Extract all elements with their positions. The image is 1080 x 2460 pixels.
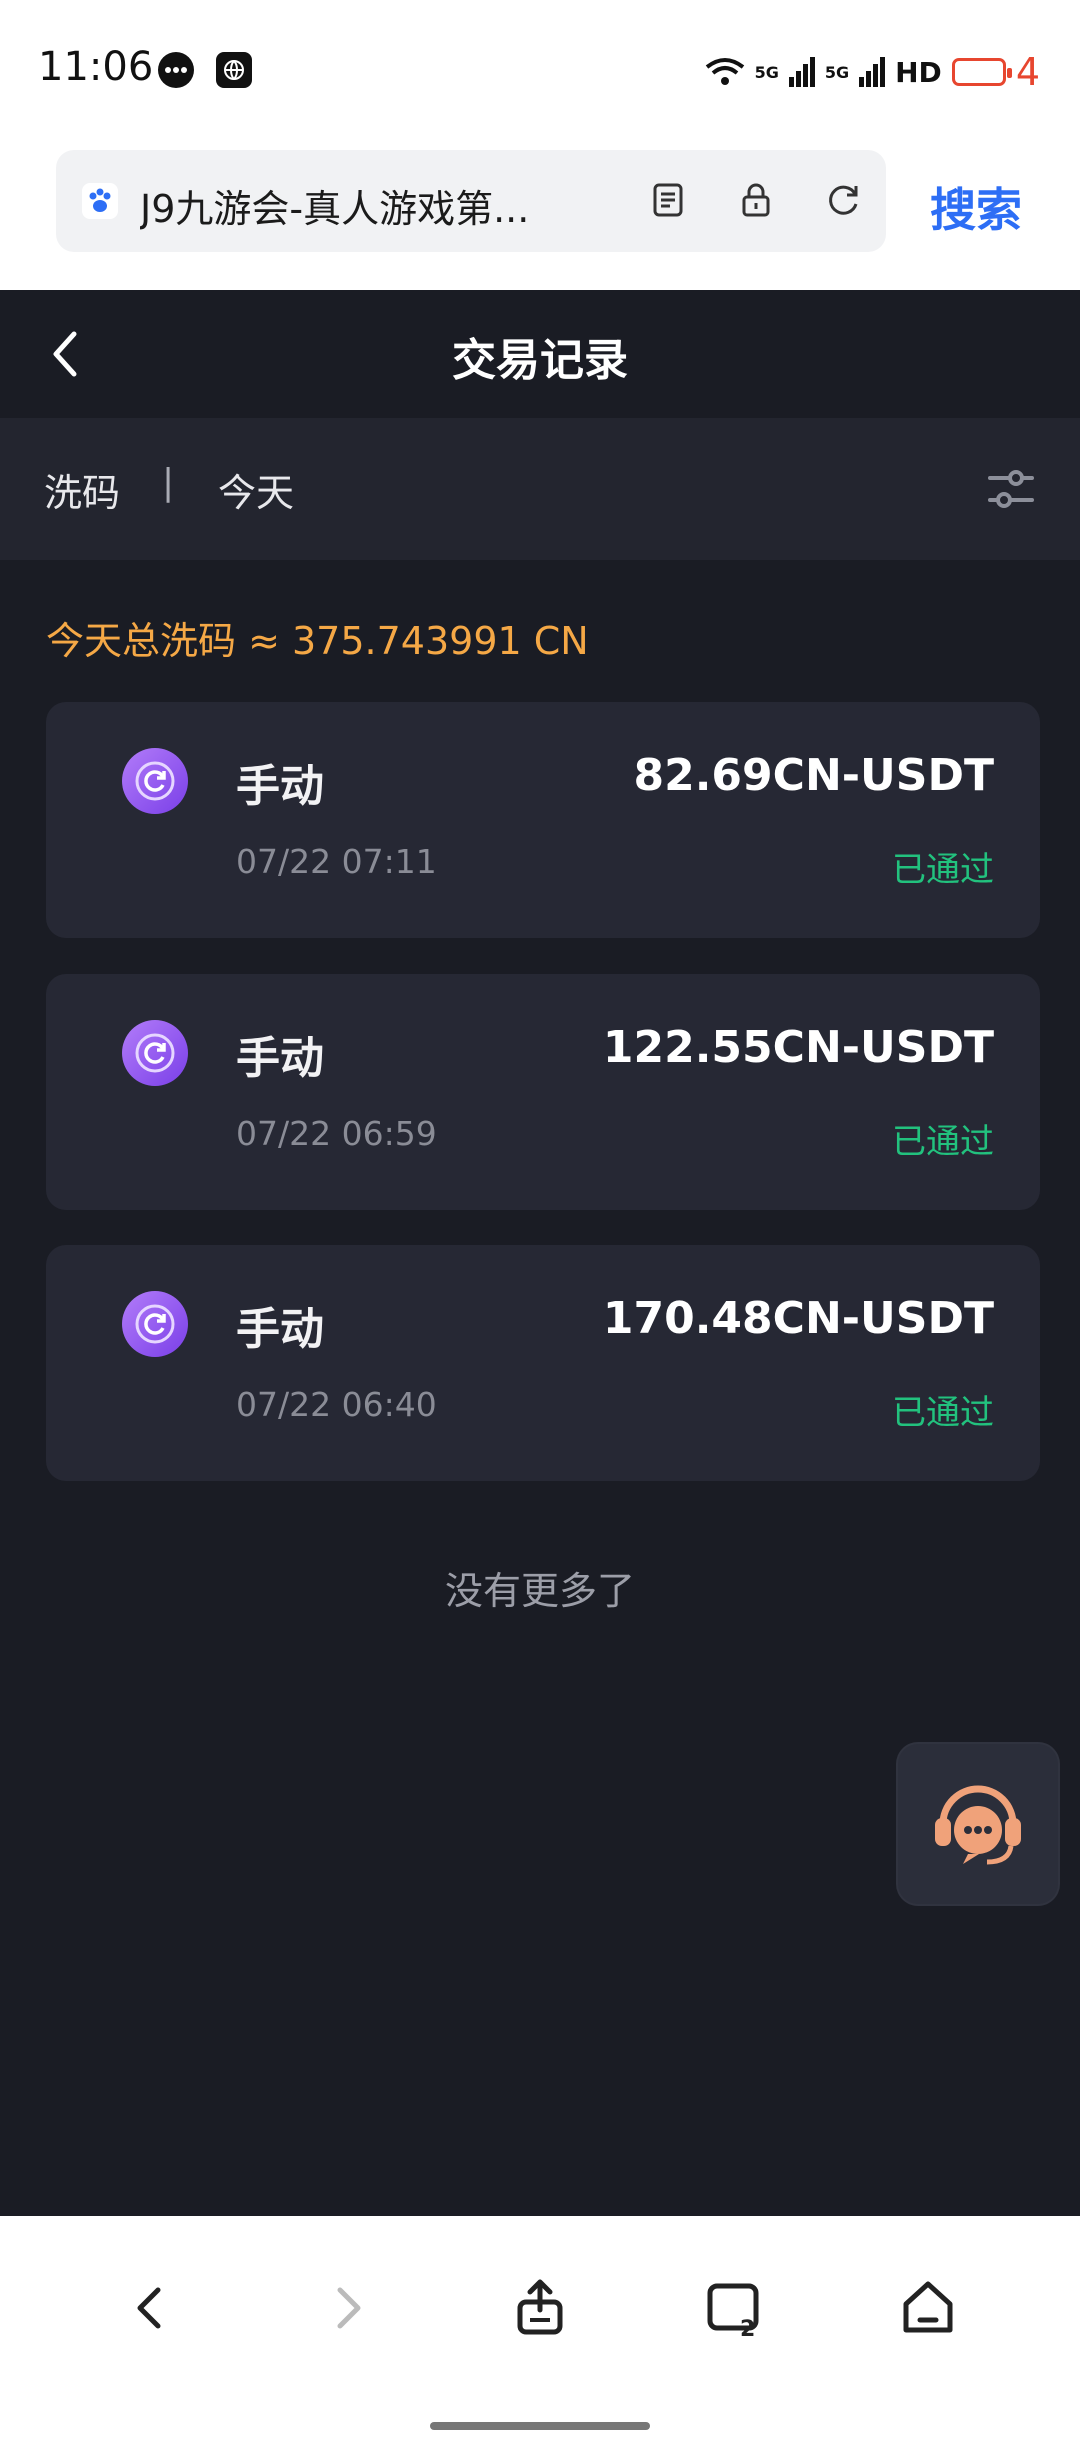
daily-total-summary: 今天总洗码 ≈ 375.743991 CN bbox=[46, 619, 589, 663]
home-indicator bbox=[430, 2422, 650, 2430]
status-bar: 11:06 5G 5G HD 4 bbox=[0, 0, 1080, 140]
url-field[interactable]: J9九游会-真人游戏第... bbox=[56, 150, 886, 252]
share-icon[interactable] bbox=[508, 2276, 572, 2340]
forward-arrow-icon[interactable] bbox=[316, 2276, 380, 2340]
refresh-coin-icon bbox=[122, 748, 188, 814]
record-card[interactable]: 手动 07/22 06:59 122.55CN-USDT 已通过 bbox=[46, 974, 1040, 1210]
tabs-icon[interactable]: 2 bbox=[702, 2276, 766, 2340]
page-title: 交易记录 bbox=[452, 335, 628, 386]
record-time: 07/22 06:40 bbox=[236, 1385, 437, 1424]
battery-level: 4 bbox=[1015, 50, 1040, 94]
search-button[interactable]: 搜索 bbox=[930, 174, 1022, 240]
reader-mode-icon[interactable] bbox=[648, 180, 688, 220]
record-status: 已通过 bbox=[892, 1393, 994, 1433]
record-time: 07/22 07:11 bbox=[236, 842, 437, 881]
customer-service-button[interactable] bbox=[898, 1744, 1058, 1904]
hd-indicator: HD bbox=[895, 55, 942, 89]
svg-text:2: 2 bbox=[740, 2317, 755, 2340]
page-url-title: J9九游会-真人游戏第... bbox=[140, 187, 530, 231]
app-header: 交易记录 bbox=[0, 290, 1080, 418]
signal-bars-icon-2 bbox=[859, 57, 886, 87]
record-status: 已通过 bbox=[892, 1122, 994, 1162]
record-type: 手动 bbox=[236, 1304, 324, 1355]
customer-service-headset-icon bbox=[935, 1785, 1021, 1865]
home-icon[interactable] bbox=[896, 2276, 960, 2340]
status-time: 11:06 bbox=[38, 44, 154, 90]
record-card[interactable]: 手动 07/22 07:11 82.69CN-USDT 已通过 bbox=[46, 702, 1040, 938]
lock-icon[interactable] bbox=[736, 180, 776, 220]
browser-app-icon bbox=[216, 52, 252, 88]
record-time: 07/22 06:59 bbox=[236, 1114, 437, 1153]
message-icon bbox=[158, 52, 194, 88]
refresh-icon[interactable] bbox=[824, 180, 864, 220]
record-type: 手动 bbox=[236, 761, 324, 812]
battery-icon bbox=[951, 58, 1012, 86]
record-amount: 82.69CN-USDT bbox=[633, 750, 994, 801]
filter-bar: 洗码 | 今天 bbox=[0, 418, 1080, 560]
signal-icon-1: 5G bbox=[754, 62, 779, 82]
filter-type[interactable]: 洗码 bbox=[44, 462, 120, 517]
sliders-icon[interactable] bbox=[986, 464, 1036, 514]
paw-icon bbox=[82, 183, 118, 219]
browser-bottom-bar: 2 bbox=[0, 2216, 1080, 2460]
signal-bars-icon bbox=[788, 57, 815, 87]
record-amount: 170.48CN-USDT bbox=[602, 1293, 994, 1344]
wifi-icon bbox=[705, 58, 744, 85]
refresh-coin-icon bbox=[122, 1020, 188, 1086]
filter-date[interactable]: 今天 bbox=[218, 462, 294, 517]
refresh-coin-icon bbox=[122, 1291, 188, 1357]
signal-icon-2: 5G bbox=[824, 62, 850, 82]
record-amount: 122.55CN-USDT bbox=[602, 1022, 994, 1073]
record-status: 已通过 bbox=[892, 850, 994, 890]
filter-separator: | bbox=[162, 462, 175, 503]
record-type: 手动 bbox=[236, 1033, 324, 1084]
browser-address-bar: J9九游会-真人游戏第... 搜索 bbox=[0, 140, 1080, 290]
record-card[interactable]: 手动 07/22 06:40 170.48CN-USDT 已通过 bbox=[46, 1245, 1040, 1481]
no-more-label: 没有更多了 bbox=[444, 1569, 635, 1613]
back-arrow-icon[interactable] bbox=[118, 2276, 182, 2340]
